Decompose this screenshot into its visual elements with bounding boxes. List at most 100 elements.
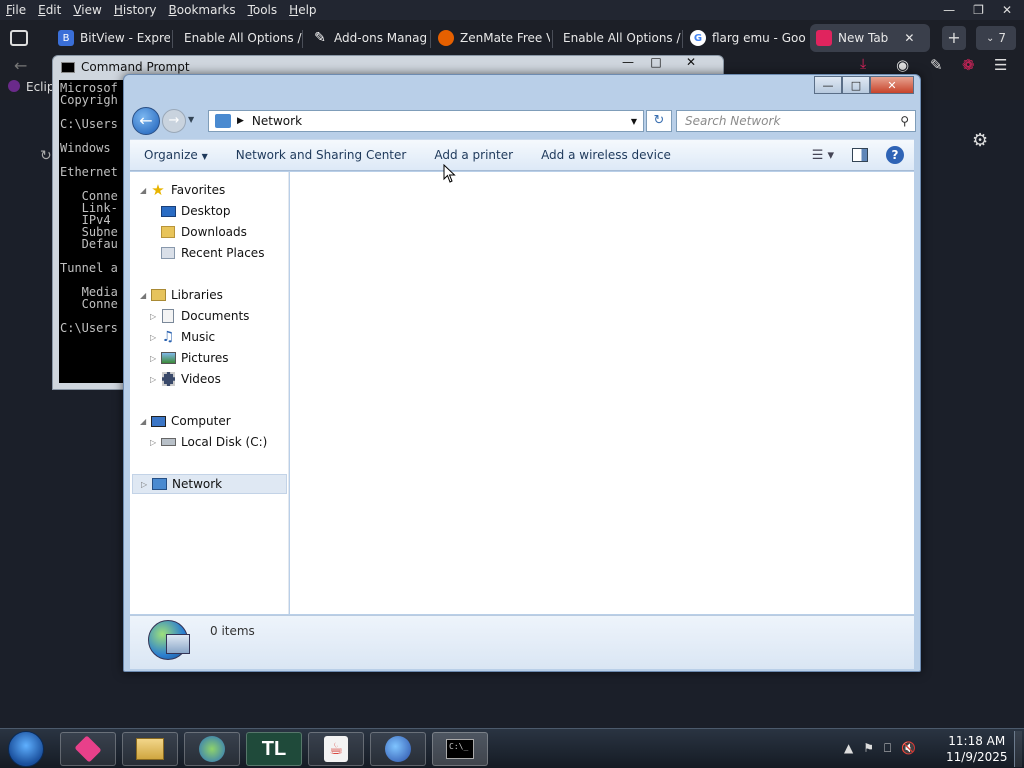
collapsed-triangle-icon[interactable]: ▷ [150,375,160,384]
tab-overview-icon[interactable] [10,30,28,46]
add-printer-button[interactable]: Add a printer [420,148,527,162]
refresh-icon[interactable]: ↻ [646,110,672,132]
item-count: 0 items [210,624,255,638]
tab-close-icon[interactable]: ✕ [904,31,914,45]
hamburger-menu-icon[interactable]: ☰ [994,56,1007,74]
tab-list-button[interactable]: ⌄ 7 [976,26,1016,50]
pink-app-icon[interactable] [60,732,116,766]
system-tray: ▲ ⚑ ⎕ 🔇 [844,741,916,756]
nav-network[interactable]: ▷ Network [132,474,287,494]
tab-enable-options-1[interactable]: Enable All Options / [178,24,302,52]
back-button-icon[interactable]: ← [132,107,160,135]
search-icon[interactable]: ⚲ [900,114,909,128]
tab-new-tab[interactable]: New Tab ✕ [810,24,930,52]
change-view-icon[interactable]: ☰ ▾ [812,148,834,163]
recent-pages-chevron-icon[interactable]: ▼ [188,115,194,124]
nav-label: Local Disk (C:) [181,435,268,449]
chevron-down-icon: ⌄ [985,32,995,44]
back-arrow-icon[interactable]: ← [14,56,27,75]
bookmark-eclipse[interactable]: Eclip [26,80,54,94]
addon-icon[interactable]: ❁ [962,56,975,74]
preview-pane-icon[interactable] [852,148,868,162]
documents-icon [160,308,176,324]
search-input[interactable]: Search Network ⚲ [676,110,916,132]
extensions-icon[interactable]: ✎ [930,56,943,74]
java-icon[interactable]: ☕ [308,732,364,766]
nav-computer[interactable]: ◢ Computer [140,411,231,431]
nav-videos[interactable]: ▷ Videos [150,369,221,389]
reload-icon[interactable]: ↻ [40,148,52,164]
network-tray-icon[interactable]: ⎕ [884,741,891,756]
collapsed-triangle-icon[interactable]: ▷ [141,480,151,489]
forward-button-icon[interactable]: → [162,109,186,133]
account-icon[interactable]: ◉ [896,56,909,74]
tab-bitview[interactable]: B BitView - Express [52,24,170,52]
collapsed-triangle-icon[interactable]: ▷ [150,333,160,342]
maximize-icon[interactable]: □ [842,76,870,94]
clock[interactable]: 11:18 AM 11/9/2025 [946,733,1008,765]
menu-help[interactable]: Help [289,3,316,17]
collapsed-triangle-icon[interactable]: ▷ [150,354,160,363]
new-tab-plus-icon[interactable]: + [942,26,966,50]
start-orb-icon[interactable] [8,731,44,767]
menu-history[interactable]: History [114,3,157,17]
menu-bookmarks[interactable]: Bookmarks [169,3,236,17]
network-globe-icon[interactable] [184,732,240,766]
address-bar[interactable]: ▶ Network ▼ [208,110,644,132]
menu-tools[interactable]: Tools [248,3,278,17]
maximize-icon[interactable]: □ [645,55,667,69]
expanded-triangle-icon[interactable]: ◢ [140,186,150,195]
menu-file[interactable]: File [6,3,26,17]
volume-muted-icon[interactable]: 🔇 [901,741,916,756]
expanded-triangle-icon[interactable]: ◢ [140,417,150,426]
minimize-icon[interactable]: — [814,76,842,94]
breadcrumb-arrow-icon[interactable]: ▶ [237,116,244,126]
nav-local-disk[interactable]: ▷ Local Disk (C:) [150,432,267,452]
help-icon[interactable]: ? [886,146,904,164]
action-center-flag-icon[interactable]: ⚑ [863,741,874,756]
browser-globe-icon[interactable] [370,732,426,766]
network-sharing-center-button[interactable]: Network and Sharing Center [222,148,421,162]
download-icon[interactable]: ⤓ [860,56,866,72]
nav-music[interactable]: ▷ ♫ Music [150,327,215,347]
command-prompt-icon[interactable]: C:\_ [432,732,488,766]
browser-minimize-icon[interactable]: — [943,3,955,17]
collapsed-triangle-icon[interactable]: ▷ [150,438,160,447]
tab-zenmate[interactable]: ZenMate Free VI [432,24,550,52]
settings-gear-icon[interactable]: ⚙ [972,130,988,151]
downloads-folder-icon [160,224,176,240]
menu-edit[interactable]: Edit [38,3,61,17]
tab-flarg-emu[interactable]: G flarg emu - Goo [684,24,806,52]
minimize-icon[interactable]: — [617,55,639,69]
browser-restore-icon[interactable]: ❐ [973,3,984,17]
close-icon[interactable]: ✕ [870,76,914,94]
collapsed-triangle-icon[interactable]: ▷ [150,312,160,321]
nav-favorites[interactable]: ◢ ★ Favorites [140,180,225,200]
add-wireless-device-button[interactable]: Add a wireless device [527,148,685,162]
file-explorer-icon[interactable] [122,732,178,766]
nav-libraries[interactable]: ◢ Libraries [140,285,223,305]
expanded-triangle-icon[interactable]: ◢ [140,291,150,300]
tab-enable-options-2[interactable]: Enable All Options / [557,24,681,52]
nav-desktop[interactable]: Desktop [160,201,231,221]
nav-downloads[interactable]: Downloads [160,222,247,242]
close-icon[interactable]: ✕ [673,55,709,69]
puzzle-icon: ✎ [314,30,326,46]
tab-addons[interactable]: ✎ Add-ons Manag [306,24,426,52]
breadcrumb-network[interactable]: Network [252,114,302,128]
menu-view[interactable]: View [73,3,101,17]
tl-app-icon[interactable]: TL [246,732,302,766]
nav-documents[interactable]: ▷ Documents [150,306,249,326]
nav-label: Documents [181,309,250,323]
file-list-area[interactable] [290,172,914,614]
organize-button[interactable]: Organize ▼ [130,148,222,162]
address-dropdown-icon[interactable]: ▼ [631,117,637,126]
explorer-window[interactable]: — □ ✕ ← → ▼ ▶ Network ▼ ↻ Search Network… [123,74,921,672]
nav-pictures[interactable]: ▷ Pictures [150,348,229,368]
tab-title: ZenMate Free VI [460,31,550,45]
tray-expand-icon[interactable]: ▲ [844,741,853,756]
show-desktop-button[interactable] [1014,731,1022,767]
browser-close-icon[interactable]: ✕ [1002,3,1012,17]
nav-recent-places[interactable]: Recent Places [160,243,264,263]
explorer-window-controls: — □ ✕ [814,76,914,94]
